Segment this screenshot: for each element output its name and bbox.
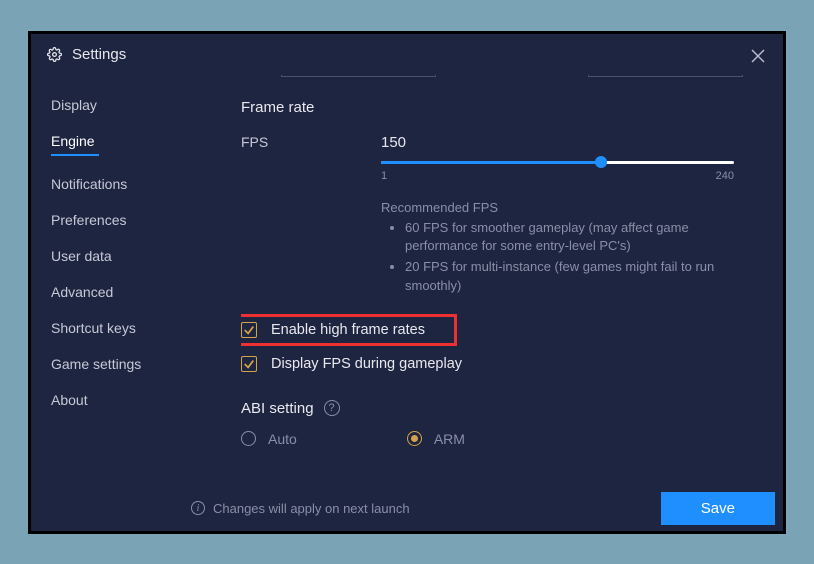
- checkbox-label: Display FPS during gameplay: [271, 356, 462, 372]
- settings-dialog: Settings Display Engine Notifications Pr…: [28, 31, 786, 534]
- sidebar-item-label: Advanced: [51, 284, 113, 300]
- radio-label: ARM: [434, 431, 465, 447]
- dialog-header: Settings: [31, 34, 783, 75]
- fps-row: FPS 150 1 240: [241, 134, 757, 298]
- footer-message: i Changes will apply on next launch: [191, 501, 410, 516]
- sidebar-item-label: User data: [51, 248, 112, 264]
- sidebar-item-game-settings[interactable]: Game settings: [51, 346, 190, 382]
- sidebar-item-label: About: [51, 392, 88, 408]
- close-button[interactable]: [751, 48, 765, 66]
- partial-boxes: [281, 75, 757, 77]
- sidebar-item-shortcut-keys[interactable]: Shortcut keys: [51, 310, 190, 346]
- slider-min: 1: [381, 170, 387, 182]
- abi-row: ABI setting ?: [241, 400, 757, 417]
- recommended-item: 20 FPS for multi-instance (few games mig…: [405, 258, 731, 296]
- info-icon: i: [191, 501, 205, 515]
- checkbox-icon[interactable]: [241, 322, 257, 338]
- main-panel: Frame rate FPS 150 1 240: [191, 75, 783, 531]
- dialog-footer: i Changes will apply on next launch Save: [191, 486, 783, 531]
- sidebar-item-notifications[interactable]: Notifications: [51, 166, 190, 202]
- frame-rate-title: Frame rate: [241, 99, 757, 116]
- dialog-title: Settings: [72, 46, 126, 63]
- recommended-title: Recommended FPS: [381, 200, 757, 215]
- radio-label: Auto: [268, 431, 297, 447]
- sidebar-item-preferences[interactable]: Preferences: [51, 202, 190, 238]
- gear-icon: [47, 47, 62, 62]
- dialog-content: Display Engine Notifications Preferences…: [31, 75, 783, 531]
- radio-icon[interactable]: [241, 431, 256, 446]
- sidebar-item-label: Shortcut keys: [51, 320, 136, 336]
- enable-high-frame-rates-row[interactable]: Enable high frame rates: [241, 314, 457, 346]
- sidebar-item-label: Preferences: [51, 212, 126, 228]
- recommended-item: 60 FPS for smoother gameplay (may affect…: [405, 219, 731, 257]
- abi-option-auto[interactable]: Auto: [241, 431, 297, 447]
- dropdown-outline[interactable]: [281, 75, 436, 77]
- checkbox-label: Enable high frame rates: [271, 322, 425, 338]
- help-icon[interactable]: ?: [324, 400, 340, 416]
- sidebar-item-about[interactable]: About: [51, 382, 190, 418]
- footer-text: Changes will apply on next launch: [213, 501, 410, 516]
- fps-control: 150 1 240 Recommended FPS: [381, 134, 757, 298]
- save-button[interactable]: Save: [661, 492, 775, 525]
- checkbox-icon[interactable]: [241, 356, 257, 372]
- abi-title: ABI setting: [241, 400, 314, 417]
- slider-max: 240: [716, 170, 734, 182]
- abi-options: Auto ARM: [241, 431, 757, 447]
- sidebar-item-engine[interactable]: Engine: [51, 123, 190, 166]
- scroll-area[interactable]: Frame rate FPS 150 1 240: [241, 75, 757, 486]
- radio-icon[interactable]: [407, 431, 422, 446]
- sidebar: Display Engine Notifications Preferences…: [31, 75, 191, 531]
- fps-slider[interactable]: 1 240: [381, 161, 734, 182]
- sidebar-item-label: Notifications: [51, 176, 127, 192]
- sidebar-item-display[interactable]: Display: [51, 87, 190, 123]
- display-fps-row[interactable]: Display FPS during gameplay: [241, 356, 757, 372]
- sidebar-item-label: Engine: [51, 133, 95, 149]
- abi-option-arm[interactable]: ARM: [407, 431, 465, 447]
- dropdown-outline[interactable]: [588, 75, 743, 77]
- sidebar-item-label: Display: [51, 97, 97, 113]
- fps-value: 150: [381, 134, 757, 151]
- sidebar-item-user-data[interactable]: User data: [51, 238, 190, 274]
- sidebar-item-label: Game settings: [51, 356, 141, 372]
- slider-thumb[interactable]: [595, 156, 607, 168]
- fps-label: FPS: [241, 134, 381, 150]
- sidebar-item-advanced[interactable]: Advanced: [51, 274, 190, 310]
- recommended-list: 60 FPS for smoother gameplay (may affect…: [381, 219, 731, 296]
